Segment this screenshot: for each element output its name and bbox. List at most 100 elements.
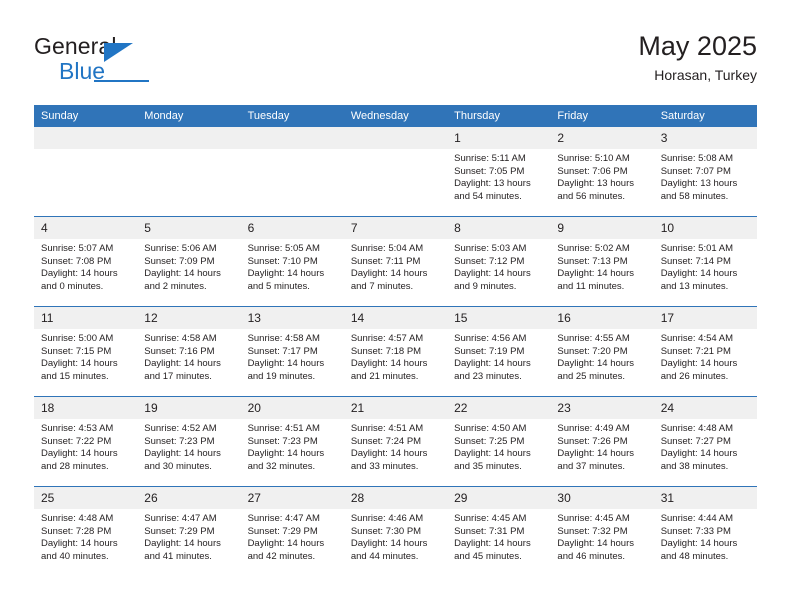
- calendar-cell-day[interactable]: 21 Sunrise: 4:51 AM Sunset: 7:24 PM Dayligh…: [343, 396, 448, 487]
- day-details: Sunrise: 4:50 AM Sunset: 7:25 PM Daylight:…: [447, 419, 550, 473]
- sunset-text: Sunset: 7:22 PM: [41, 435, 112, 447]
- calendar-cell-day[interactable]: 14 Sunrise: 4:57 AM Sunset: 7:18 PM Dayligh…: [343, 306, 448, 397]
- sunrise-text: Sunrise: 4:53 AM: [41, 423, 114, 434]
- sunrise-text: Sunrise: 5:05 AM: [247, 243, 320, 254]
- day-details: Sunrise: 5:04 AM Sunset: 7:11 PM Daylight:…: [344, 239, 447, 293]
- daylight-text: Daylight: 14 hours and 19 minutes.: [247, 358, 325, 382]
- calendar-cell-day[interactable]: 11 Sunrise: 5:00 AM Sunset: 7:15 PM Dayligh…: [34, 306, 138, 397]
- calendar-cell-day[interactable]: 28 Sunrise: 4:46 AM Sunset: 7:30 PM Dayligh…: [343, 486, 448, 576]
- calendar-cell-day[interactable]: 10 Sunrise: 5:01 AM Sunset: 7:14 PM Dayligh…: [653, 216, 757, 307]
- day-number: 21: [343, 397, 448, 419]
- weekday-header-wednesday: Wednesday: [343, 105, 448, 127]
- day-number: 11: [34, 307, 138, 329]
- calendar-cell-day[interactable]: 1 Sunrise: 5:11 AM Sunset: 7:05 PM Daylight…: [447, 127, 551, 217]
- day-number: 26: [137, 487, 241, 509]
- calendar-cell-empty: [34, 127, 138, 217]
- day-details: Sunrise: 5:02 AM Sunset: 7:13 PM Daylight:…: [550, 239, 653, 293]
- calendar-cell-day[interactable]: 12 Sunrise: 4:58 AM Sunset: 7:16 PM Dayligh…: [137, 306, 241, 397]
- weekday-header-friday: Friday: [550, 105, 654, 127]
- sunrise-text: Sunrise: 5:06 AM: [144, 243, 217, 254]
- title-block: May 2025 Horasan, Turkey: [638, 30, 757, 86]
- calendar-cell-day[interactable]: 19 Sunrise: 4:52 AM Sunset: 7:23 PM Dayligh…: [137, 396, 241, 487]
- daylight-text: Daylight: 14 hours and 15 minutes.: [41, 358, 118, 382]
- day-details: Sunrise: 4:47 AM Sunset: 7:29 PM Daylight:…: [137, 509, 240, 563]
- calendar-cell-day[interactable]: 6 Sunrise: 5:05 AM Sunset: 7:10 PM Daylight…: [240, 216, 344, 307]
- day-number: 9: [550, 217, 654, 239]
- calendar-cell-day[interactable]: 20 Sunrise: 4:51 AM Sunset: 7:23 PM Dayligh…: [240, 396, 344, 487]
- daylight-text: Daylight: 14 hours and 17 minutes.: [144, 358, 221, 382]
- weekday-header-monday: Monday: [137, 105, 241, 127]
- calendar-cell-day[interactable]: 5 Sunrise: 5:06 AM Sunset: 7:09 PM Daylight…: [137, 216, 241, 307]
- calendar-cell-day[interactable]: 9 Sunrise: 5:02 AM Sunset: 7:13 PM Daylight…: [550, 216, 654, 307]
- daylight-text: Daylight: 14 hours and 32 minutes.: [247, 448, 325, 472]
- daylight-text: Daylight: 14 hours and 26 minutes.: [660, 358, 738, 382]
- day-details: Sunrise: 5:06 AM Sunset: 7:09 PM Daylight:…: [137, 239, 240, 293]
- day-details: Sunrise: 4:58 AM Sunset: 7:16 PM Daylight:…: [137, 329, 240, 383]
- calendar-cell-day[interactable]: 2 Sunrise: 5:10 AM Sunset: 7:06 PM Daylight…: [550, 127, 654, 217]
- sunset-text: Sunset: 7:31 PM: [454, 525, 525, 537]
- day-number: 30: [550, 487, 654, 509]
- calendar-cell-day[interactable]: 17 Sunrise: 4:54 AM Sunset: 7:21 PM Dayligh…: [653, 306, 757, 397]
- day-details: Sunrise: 4:47 AM Sunset: 7:29 PM Daylight:…: [241, 509, 344, 563]
- day-number: 6: [240, 217, 344, 239]
- calendar-cell-day[interactable]: 18 Sunrise: 4:53 AM Sunset: 7:22 PM Dayligh…: [34, 396, 138, 487]
- calendar-cell-day[interactable]: 24 Sunrise: 4:48 AM Sunset: 7:27 PM Dayligh…: [653, 396, 757, 487]
- day-number: 25: [34, 487, 138, 509]
- calendar-cell-day[interactable]: 30 Sunrise: 4:45 AM Sunset: 7:32 PM Dayligh…: [550, 486, 654, 576]
- calendar-cell-day[interactable]: 31 Sunrise: 4:44 AM Sunset: 7:33 PM Dayligh…: [653, 486, 757, 576]
- day-details: Sunrise: 4:54 AM Sunset: 7:21 PM Daylight:…: [654, 329, 757, 383]
- day-details: Sunrise: 4:51 AM Sunset: 7:23 PM Daylight:…: [241, 419, 344, 473]
- day-number: 2: [550, 127, 654, 149]
- sunrise-text: Sunrise: 4:56 AM: [454, 333, 527, 344]
- daylight-text: Daylight: 14 hours and 41 minutes.: [144, 538, 221, 562]
- triangle-icon: [104, 43, 133, 62]
- day-details: Sunrise: 5:03 AM Sunset: 7:12 PM Daylight:…: [447, 239, 550, 293]
- day-number: 10: [653, 217, 757, 239]
- day-number: [34, 127, 138, 149]
- sunset-text: Sunset: 7:25 PM: [454, 435, 525, 447]
- sunset-text: Sunset: 7:12 PM: [454, 255, 525, 267]
- calendar-cell-day[interactable]: 15 Sunrise: 4:56 AM Sunset: 7:19 PM Dayligh…: [447, 306, 551, 397]
- calendar-cell-day[interactable]: 16 Sunrise: 4:55 AM Sunset: 7:20 PM Dayligh…: [550, 306, 654, 397]
- day-details: Sunrise: 4:48 AM Sunset: 7:27 PM Daylight:…: [654, 419, 757, 473]
- day-number: 7: [343, 217, 448, 239]
- sunset-text: Sunset: 7:09 PM: [144, 255, 215, 267]
- day-details: Sunrise: 4:52 AM Sunset: 7:23 PM Daylight:…: [137, 419, 240, 473]
- sunrise-text: Sunrise: 5:03 AM: [454, 243, 527, 254]
- calendar-cell-empty: [137, 127, 241, 217]
- day-number: 22: [447, 397, 551, 419]
- calendar-cell-day[interactable]: 26 Sunrise: 4:47 AM Sunset: 7:29 PM Dayligh…: [137, 486, 241, 576]
- sunset-text: Sunset: 7:13 PM: [557, 255, 628, 267]
- calendar-body: 1 Sunrise: 5:11 AM Sunset: 7:05 PM Daylight…: [34, 127, 757, 576]
- sunrise-text: Sunrise: 4:48 AM: [660, 423, 734, 434]
- sunset-text: Sunset: 7:21 PM: [660, 345, 731, 357]
- weekday-header-tuesday: Tuesday: [240, 105, 344, 127]
- day-number: 3: [653, 127, 757, 149]
- calendar-cell-day[interactable]: 23 Sunrise: 4:49 AM Sunset: 7:26 PM Dayligh…: [550, 396, 654, 487]
- calendar-cell-day[interactable]: 29 Sunrise: 4:45 AM Sunset: 7:31 PM Dayligh…: [447, 486, 551, 576]
- calendar-cell-day[interactable]: 4 Sunrise: 5:07 AM Sunset: 7:08 PM Daylight…: [34, 216, 138, 307]
- calendar-week-row: 25 Sunrise: 4:48 AM Sunset: 7:28 PM Dayligh…: [34, 486, 757, 576]
- daylight-text: Daylight: 14 hours and 33 minutes.: [350, 448, 428, 472]
- sunset-text: Sunset: 7:10 PM: [247, 255, 318, 267]
- weekday-header-saturday: Saturday: [653, 105, 757, 127]
- calendar-header-row: Sunday Monday Tuesday Wednesday Thursday Frid…: [34, 105, 757, 127]
- day-details: Sunrise: 5:07 AM Sunset: 7:08 PM Daylight:…: [34, 239, 137, 293]
- sunrise-text: Sunrise: 4:51 AM: [247, 423, 320, 434]
- day-number: 14: [343, 307, 448, 329]
- calendar-cell-day[interactable]: 3 Sunrise: 5:08 AM Sunset: 7:07 PM Daylight…: [653, 127, 757, 217]
- calendar-cell-day[interactable]: 27 Sunrise: 4:47 AM Sunset: 7:29 PM Dayligh…: [240, 486, 344, 576]
- calendar-cell-day[interactable]: 13 Sunrise: 4:58 AM Sunset: 7:17 PM Dayligh…: [240, 306, 344, 397]
- calendar-cell-day[interactable]: 7 Sunrise: 5:04 AM Sunset: 7:11 PM Daylight…: [343, 216, 448, 307]
- calendar-cell-day[interactable]: 22 Sunrise: 4:50 AM Sunset: 7:25 PM Dayligh…: [447, 396, 551, 487]
- sunset-text: Sunset: 7:11 PM: [350, 255, 421, 267]
- calendar-cell-day[interactable]: 8 Sunrise: 5:03 AM Sunset: 7:12 PM Daylight…: [447, 216, 551, 307]
- daylight-text: Daylight: 14 hours and 9 minutes.: [454, 268, 531, 292]
- daylight-text: Daylight: 14 hours and 11 minutes.: [557, 268, 634, 292]
- sunrise-text: Sunrise: 4:51 AM: [350, 423, 424, 434]
- sunset-text: Sunset: 7:05 PM: [454, 165, 525, 177]
- calendar-cell-day[interactable]: 25 Sunrise: 4:48 AM Sunset: 7:28 PM Dayligh…: [34, 486, 138, 576]
- sunset-text: Sunset: 7:26 PM: [557, 435, 628, 447]
- daylight-text: Daylight: 13 hours and 54 minutes.: [454, 178, 531, 202]
- brand-logo[interactable]: General Blue: [34, 34, 234, 90]
